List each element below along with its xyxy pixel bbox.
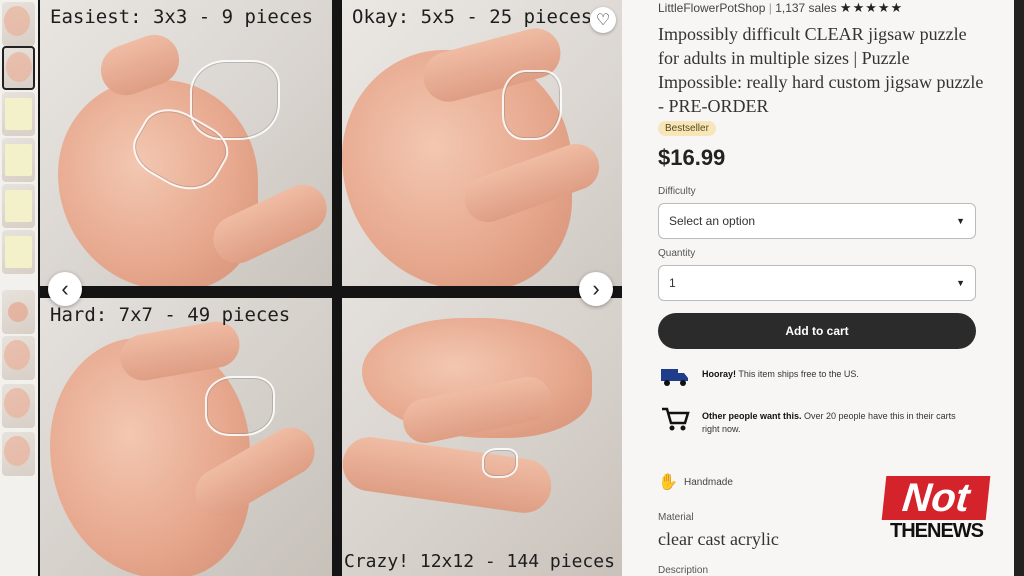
add-to-cart-button[interactable]: Add to cart [658,313,976,349]
thumbnail-image[interactable] [2,2,35,46]
clear-puzzle-piece [482,448,518,478]
puzzle-photo-easiest: Easiest: 3x3 - 9 pieces [40,0,332,286]
shipping-text: This item ships free to the US. [736,369,859,379]
logo-bottom-text: THENEWS [890,520,984,542]
puzzle-photo-okay: Okay: 5x5 - 25 pieces ♡ [342,0,622,286]
shop-name-link[interactable]: LittleFlowerPotShop [658,1,765,15]
chevron-left-icon[interactable]: ‹ [48,272,82,306]
panel-caption: Okay: 5x5 - 25 pieces [352,6,593,28]
listing-title: Impossibly difficult CLEAR jigsaw puzzle… [658,24,984,116]
description-label[interactable]: Description [658,565,708,576]
caret-down-icon: ▼ [956,278,965,288]
thumbnail-image[interactable] [2,384,35,428]
bestseller-badge: Bestseller [658,121,716,136]
quantity-select-value: 1 [669,276,676,290]
thumbnail-image-selected[interactable] [2,46,35,90]
difficulty-select[interactable]: Select an option ▼ [658,203,976,239]
quantity-select[interactable]: 1 ▼ [658,265,976,301]
frame-edge [1014,0,1024,576]
clear-puzzle-piece [205,376,275,436]
thumbnail-image[interactable] [2,336,35,380]
thumbnail-image[interactable] [2,92,35,136]
not-the-news-logo: Not THENEWS [881,476,991,546]
logo-top-text: Not [881,476,991,520]
panel-caption: Crazy! 12x12 - 144 pieces [344,551,615,572]
difficulty-select-value: Select an option [669,214,756,228]
thumbnail-image[interactable] [2,184,35,228]
quantity-label: Quantity [658,248,696,259]
thumbnail-strip [0,0,38,576]
product-image-gallery: Easiest: 3x3 - 9 pieces Okay: 5x5 - 25 p… [38,0,622,576]
shop-info: LittleFlowerPotShop | 1,137 sales ★★★★★ [658,0,904,15]
handmade-label: Handmade [684,476,733,488]
caret-down-icon: ▼ [956,216,965,226]
panel-caption: Easiest: 3x3 - 9 pieces [50,6,314,28]
truck-icon [658,364,692,390]
demand-highlight: Other people want this. [702,411,802,421]
thumbnail-image[interactable] [2,230,35,274]
thumbnail-image[interactable] [2,138,35,182]
star-rating-icon[interactable]: ★★★★★ [840,0,903,15]
sales-count: 1,137 sales [775,1,837,15]
shopping-cart-icon [658,406,692,432]
price: $16.99 [658,145,726,170]
material-value: clear cast acrylic [658,529,779,549]
material-label: Material [658,512,694,523]
hand-icon: ✋ [658,474,678,491]
thumbnail-image[interactable] [2,432,35,476]
puzzle-photo-hard: Hard: 7x7 - 49 pieces [40,298,332,576]
demand-notice: Other people want this. Over 20 people h… [658,406,978,436]
free-shipping-notice: Hooray! This item ships free to the US. [658,364,978,390]
difficulty-label: Difficulty [658,186,696,197]
thumbnail-image[interactable] [2,290,35,334]
handmade-row: ✋ Handmade [658,472,733,492]
chevron-right-icon[interactable]: › [579,272,613,306]
shipping-highlight: Hooray! [702,369,737,379]
panel-caption: Hard: 7x7 - 49 pieces [50,304,291,326]
finger-photo [342,433,555,517]
clear-puzzle-piece [502,70,562,140]
heart-icon[interactable]: ♡ [590,7,616,33]
puzzle-photo-crazy: Crazy! 12x12 - 144 pieces [342,298,622,576]
